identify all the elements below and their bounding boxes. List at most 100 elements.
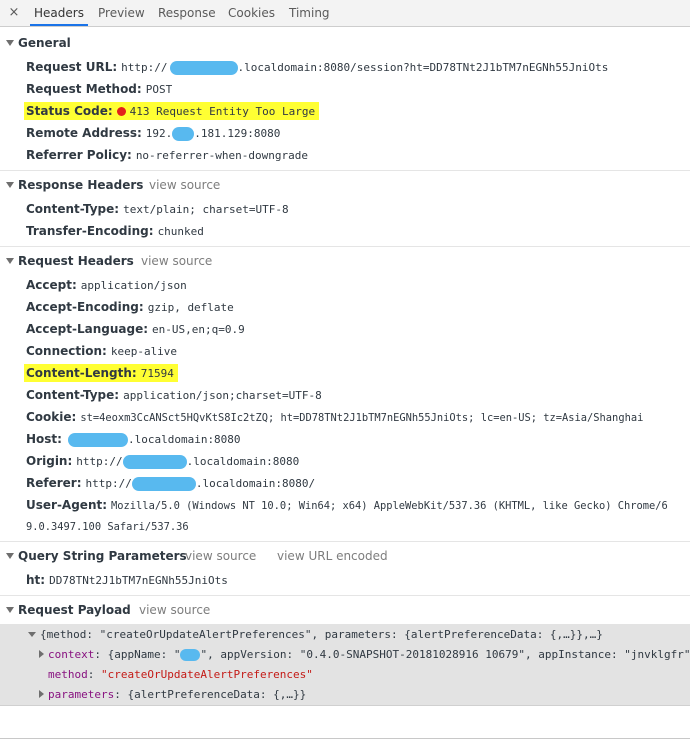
header-key: Cookie: xyxy=(26,410,77,424)
payload-value: ", appVersion: "0.4.0-SNAPSHOT-201810289… xyxy=(200,648,690,661)
redaction-mark xyxy=(131,476,196,491)
payload-key: method xyxy=(48,668,88,681)
header-row: Cookie: st=4eoxm3CcANSct5HQvKtS8Ic2tZQ; h… xyxy=(26,409,643,425)
header-value: text/plain; charset=UTF-8 xyxy=(123,203,289,216)
section-request-headers-header[interactable]: Request Headers xyxy=(6,253,134,269)
content-length-row: Content-Length: 71594 xyxy=(24,364,178,382)
section-title: Request Payload xyxy=(18,603,131,617)
expand-triangle-icon xyxy=(6,607,14,613)
expand-triangle-icon xyxy=(6,40,14,46)
payload-value: "createOrUpdateAlertPreferences" xyxy=(101,668,313,681)
request-payload-view-source-link[interactable]: view source xyxy=(139,602,210,618)
payload-key: context xyxy=(48,648,95,661)
tab-response[interactable]: Response xyxy=(158,0,216,26)
payload-method-row: method: "createOrUpdateAlertPreferences" xyxy=(48,668,313,681)
header-key: User-Agent: xyxy=(26,498,108,512)
header-value: http:// xyxy=(85,477,132,490)
divider xyxy=(0,170,690,171)
tab-preview[interactable]: Preview xyxy=(98,0,145,26)
header-value: .localdomain:8080/ xyxy=(195,477,316,490)
header-key: Content-Length: xyxy=(26,366,137,380)
header-value: .localdomain:8080 xyxy=(127,433,241,446)
divider xyxy=(0,738,690,739)
header-key: Accept: xyxy=(26,278,77,292)
remote-address-row: Remote Address: 192. .181.129:8080 xyxy=(26,125,280,141)
tab-cookies[interactable]: Cookies xyxy=(228,0,275,26)
header-row: Accept-Encoding: gzip, deflate xyxy=(26,299,234,315)
header-row: Origin: http:// .localdomain:8080 xyxy=(26,453,299,469)
payload-value: : {alertPreferenceData: {,…}} xyxy=(114,688,307,701)
header-value: keep-alive xyxy=(110,345,178,358)
payload-root-row[interactable]: {method: "createOrUpdateAlertPreferences… xyxy=(28,627,603,643)
header-value: en-US,en;q=0.9 xyxy=(152,323,245,336)
remote-address-prefix: 192. xyxy=(145,127,173,140)
redaction-mark xyxy=(172,126,195,141)
payload-root-value: {method: "createOrUpdateAlertPreferences… xyxy=(40,628,603,641)
request-headers-view-source-link[interactable]: view source xyxy=(141,253,212,269)
header-value: st=4eoxm3CcANSct5HQvKtS8Ic2tZQ; ht=DD78T… xyxy=(80,412,644,424)
header-key: Referer: xyxy=(26,476,82,490)
header-row: Content-Type: application/json;charset=UT… xyxy=(26,387,322,403)
header-key: Accept-Language: xyxy=(26,322,149,336)
divider xyxy=(0,705,690,706)
divider xyxy=(0,541,690,542)
section-request-payload-header[interactable]: Request Payload xyxy=(6,602,131,618)
header-row: Transfer-Encoding: chunked xyxy=(26,223,204,239)
status-code-key: Status Code: xyxy=(26,104,113,118)
tab-headers[interactable]: Headers xyxy=(30,0,88,26)
payload-key: parameters xyxy=(48,688,115,701)
tab-timing[interactable]: Timing xyxy=(289,0,330,26)
header-key: Accept-Encoding: xyxy=(26,300,144,314)
header-value: http:// xyxy=(76,455,123,468)
section-title: General xyxy=(18,36,71,50)
close-icon[interactable]: × xyxy=(6,5,22,21)
header-key: Host: xyxy=(26,432,62,446)
header-value: Mozilla/5.0 (Windows NT 10.0; Win64; x64… xyxy=(111,500,668,512)
query-param-row: ht: DD78TNt2J1bTM7nEGNh55JniOts xyxy=(26,572,228,588)
section-response-headers-header[interactable]: Response Headers xyxy=(6,177,143,193)
referrer-policy-value: no-referrer-when-downgrade xyxy=(135,149,308,162)
request-url-key: Request URL: xyxy=(26,60,118,74)
header-row: Host: .localdomain:8080 xyxy=(26,431,241,447)
collapse-triangle-icon xyxy=(28,632,36,637)
expand-triangle-icon xyxy=(6,553,14,559)
redaction-mark xyxy=(67,432,128,447)
request-url-prefix: http:// xyxy=(121,61,168,74)
request-url-value: .localdomain:8080/session?ht=DD78TNt2J1b… xyxy=(237,61,609,74)
header-key: Origin: xyxy=(26,454,73,468)
payload-value: : {appName: " xyxy=(94,648,181,661)
expand-arrow-icon xyxy=(39,650,44,658)
status-code-row: Status Code: 413 Request Entity Too Large xyxy=(24,102,320,120)
header-key: Connection: xyxy=(26,344,107,358)
expand-triangle-icon xyxy=(6,258,14,264)
section-general-header[interactable]: General xyxy=(6,35,71,51)
header-key: Transfer-Encoding: xyxy=(26,224,154,238)
param-value: DD78TNt2J1bTM7nEGNh55JniOts xyxy=(49,574,228,587)
divider xyxy=(0,246,690,247)
request-url-row: Request URL: http:// .localdomain:8080/ses… xyxy=(26,59,608,75)
redaction-mark xyxy=(180,649,201,661)
header-value: 71594 xyxy=(140,367,174,380)
header-row: Accept: application/json xyxy=(26,277,187,293)
header-value: 9.0.3497.100 Safari/537.36 xyxy=(26,521,189,533)
param-key: ht: xyxy=(26,573,46,587)
header-row: Accept-Language: en-US,en;q=0.9 xyxy=(26,321,245,337)
header-key: Content-Type: xyxy=(26,388,120,402)
redaction-mark xyxy=(122,454,187,469)
query-string-view-source-link[interactable]: view source xyxy=(185,548,256,564)
header-row: User-Agent: Mozilla/5.0 (Windows NT 10.0;… xyxy=(26,497,668,513)
header-row: Referer: http:// .localdomain:8080/ xyxy=(26,475,315,491)
header-row: Content-Type: text/plain; charset=UTF-8 xyxy=(26,201,289,217)
divider xyxy=(0,595,690,596)
header-value: gzip, deflate xyxy=(147,301,234,314)
remote-address-value: .181.129:8080 xyxy=(194,127,281,140)
header-value: chunked xyxy=(157,225,204,238)
section-query-string-header[interactable]: Query String Parameters xyxy=(6,548,187,564)
payload-context-row[interactable]: context: {appName: " ", appVersion: "0.4.… xyxy=(39,647,690,663)
query-string-view-url-encoded-link[interactable]: view URL encoded xyxy=(277,548,388,564)
response-headers-view-source-link[interactable]: view source xyxy=(149,177,220,193)
header-row: Connection: keep-alive xyxy=(26,343,177,359)
payload-parameters-row[interactable]: parameters: {alertPreferenceData: {,…}} xyxy=(39,687,306,703)
expand-triangle-icon xyxy=(6,182,14,188)
header-value-continuation: 9.0.3497.100 Safari/537.36 xyxy=(26,518,189,534)
